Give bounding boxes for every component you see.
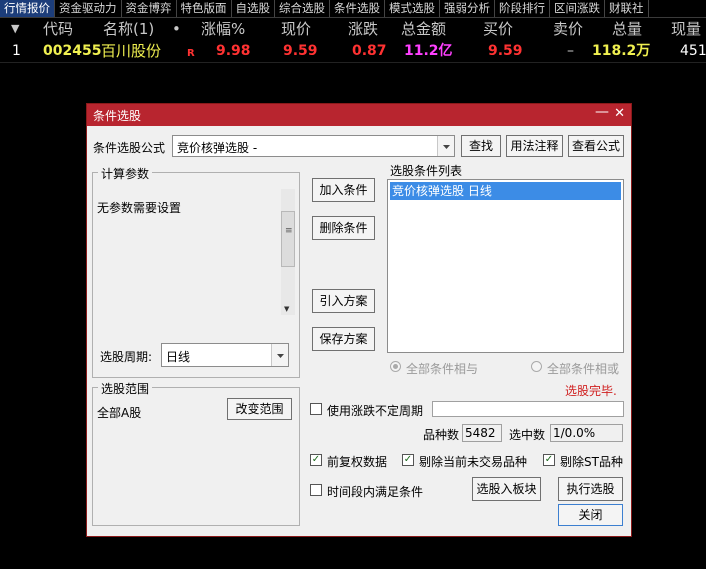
- dialog-titlebar[interactable]: 条件选股 — ✕: [87, 104, 631, 126]
- tab-condition-pick[interactable]: 条件选股: [330, 0, 385, 17]
- table-row[interactable]: 1 002455 百川股份 R 9.98 9.59 0.87 11.2亿 9.5…: [0, 40, 706, 63]
- tab-watchlist[interactable]: 自选股: [232, 0, 275, 17]
- change-range-button[interactable]: 改变范围: [227, 398, 292, 420]
- col-name[interactable]: 名称(1): [103, 18, 154, 40]
- row-cur-volume: 451: [680, 43, 706, 59]
- exclude-st-checkbox[interactable]: ✓: [543, 454, 555, 466]
- row-flag: R: [187, 48, 195, 59]
- selected-value: 1/0.0%: [550, 424, 623, 442]
- range-value: 全部A股: [97, 406, 142, 420]
- fq-checkbox[interactable]: ✓: [310, 454, 322, 466]
- indef-period-checkbox[interactable]: [310, 403, 322, 415]
- params-title: 计算参数: [98, 165, 153, 182]
- to-block-button[interactable]: 选股入板块: [472, 477, 541, 501]
- exclude-untraded-label: 剔除当前未交易品种: [419, 455, 528, 469]
- delete-condition-button[interactable]: 删除条件: [312, 216, 375, 240]
- list-item[interactable]: 竞价核弹选股 日线: [390, 182, 621, 200]
- quote-header: ▼ 代码 名称(1) • 涨幅% 现价 涨跌 总金额 买价 卖价 总量 现量: [0, 18, 706, 40]
- condition-list-title: 选股条件列表: [390, 164, 463, 178]
- save-plan-button[interactable]: 保存方案: [312, 327, 375, 351]
- tab-cls[interactable]: 财联社: [605, 0, 649, 17]
- period-label: 选股周期:: [100, 350, 153, 364]
- indef-period-input[interactable]: [432, 401, 624, 417]
- find-button[interactable]: 查找: [461, 135, 501, 157]
- indef-period-label: 使用涨跌不定周期: [327, 404, 424, 418]
- and-radio[interactable]: [390, 361, 401, 372]
- params-group: 计算参数 无参数需要设置 ≡ ▼ 选股周期: 日线: [92, 165, 300, 378]
- period-select-value: 日线: [166, 350, 191, 364]
- formula-select-value: 竞价核弹选股 -: [177, 141, 258, 155]
- row-name: 百川股份: [101, 42, 162, 60]
- tab-strength[interactable]: 强弱分析: [440, 0, 495, 17]
- fq-label: 前复权数据: [327, 455, 388, 469]
- view-formula-button[interactable]: 查看公式: [568, 135, 624, 157]
- minimize-icon[interactable]: —: [595, 104, 609, 120]
- exclude-untraded-checkbox[interactable]: ✓: [402, 454, 414, 466]
- col-bid[interactable]: 买价: [483, 18, 513, 40]
- formula-select[interactable]: 竞价核弹选股 -: [172, 135, 455, 157]
- row-volume: 118.2万: [592, 43, 651, 59]
- exclude-st-label: 剔除ST品种: [560, 455, 623, 469]
- row-change-pct: 9.98: [216, 43, 251, 59]
- execute-pick-button[interactable]: 执行选股: [558, 477, 623, 501]
- or-radio[interactable]: [531, 361, 542, 372]
- status-text: 选股完毕.: [565, 384, 617, 398]
- dialog-title: 条件选股: [93, 109, 142, 123]
- params-text: 无参数需要设置: [97, 201, 182, 215]
- top-tab-bar: 行情报价 资金驱动力 资金博弈 特色版面 自选股 综合选股 条件选股 模式选股 …: [0, 0, 706, 18]
- row-ask: –: [567, 43, 574, 59]
- row-price: 9.59: [283, 43, 318, 59]
- col-dot: •: [172, 20, 181, 38]
- row-index: 1: [12, 43, 21, 59]
- sort-arrow-icon[interactable]: ▼: [11, 18, 19, 40]
- col-cur-volume[interactable]: 现量: [671, 18, 701, 40]
- col-amount[interactable]: 总金额: [401, 18, 446, 40]
- col-price[interactable]: 现价: [281, 18, 311, 40]
- tab-quotes[interactable]: 行情报价: [0, 0, 55, 17]
- period-select[interactable]: 日线: [161, 343, 289, 367]
- condition-list[interactable]: 竞价核弹选股 日线: [387, 179, 624, 353]
- col-ask[interactable]: 卖价: [553, 18, 583, 40]
- and-radio-label: 全部条件相与: [406, 362, 479, 376]
- col-change-pct[interactable]: 涨幅%: [201, 18, 245, 40]
- row-code: 002455: [43, 43, 102, 59]
- close-button[interactable]: 关闭: [558, 504, 623, 526]
- count-label: 品种数: [423, 428, 460, 442]
- params-scrollbar[interactable]: ≡ ▼: [281, 189, 295, 315]
- col-code[interactable]: 代码: [43, 18, 73, 40]
- scrollbar-thumb[interactable]: ≡: [281, 211, 295, 267]
- chevron-down-icon[interactable]: [437, 136, 454, 156]
- range-group: 选股范围 全部A股 改变范围: [92, 380, 300, 526]
- close-icon[interactable]: ✕: [614, 106, 625, 121]
- selected-label: 选中数: [509, 428, 546, 442]
- tab-special-layout[interactable]: 特色版面: [177, 0, 232, 17]
- range-title: 选股范围: [98, 380, 153, 397]
- row-amount: 11.2亿: [404, 43, 453, 59]
- col-volume[interactable]: 总量: [612, 18, 642, 40]
- import-plan-button[interactable]: 引入方案: [312, 289, 375, 313]
- grip-icon: ≡: [285, 226, 293, 236]
- add-condition-button[interactable]: 加入条件: [312, 178, 375, 202]
- time-range-label: 时间段内满足条件: [327, 485, 424, 499]
- row-change: 0.87: [352, 43, 387, 59]
- usage-note-button[interactable]: 用法注释: [506, 135, 563, 157]
- col-change[interactable]: 涨跌: [348, 18, 378, 40]
- condition-pick-dialog: 条件选股 — ✕ 条件选股公式 竞价核弹选股 - 查找 用法注释 查看公式 计算…: [86, 103, 632, 537]
- row-bid: 9.59: [488, 43, 523, 59]
- tab-fund-game[interactable]: 资金博弈: [122, 0, 177, 17]
- tab-range-change[interactable]: 区间涨跌: [550, 0, 605, 17]
- count-value: 5482: [462, 424, 502, 442]
- tab-composite-pick[interactable]: 综合选股: [275, 0, 330, 17]
- tab-period-rank[interactable]: 阶段排行: [495, 0, 550, 17]
- scroll-down-icon[interactable]: ▼: [284, 305, 289, 313]
- or-radio-label: 全部条件相或: [547, 362, 620, 376]
- chevron-down-icon[interactable]: [271, 344, 288, 366]
- tab-pattern-pick[interactable]: 模式选股: [385, 0, 440, 17]
- time-range-checkbox[interactable]: [310, 484, 322, 496]
- formula-label: 条件选股公式: [93, 141, 166, 155]
- tab-fund-drive[interactable]: 资金驱动力: [55, 0, 122, 17]
